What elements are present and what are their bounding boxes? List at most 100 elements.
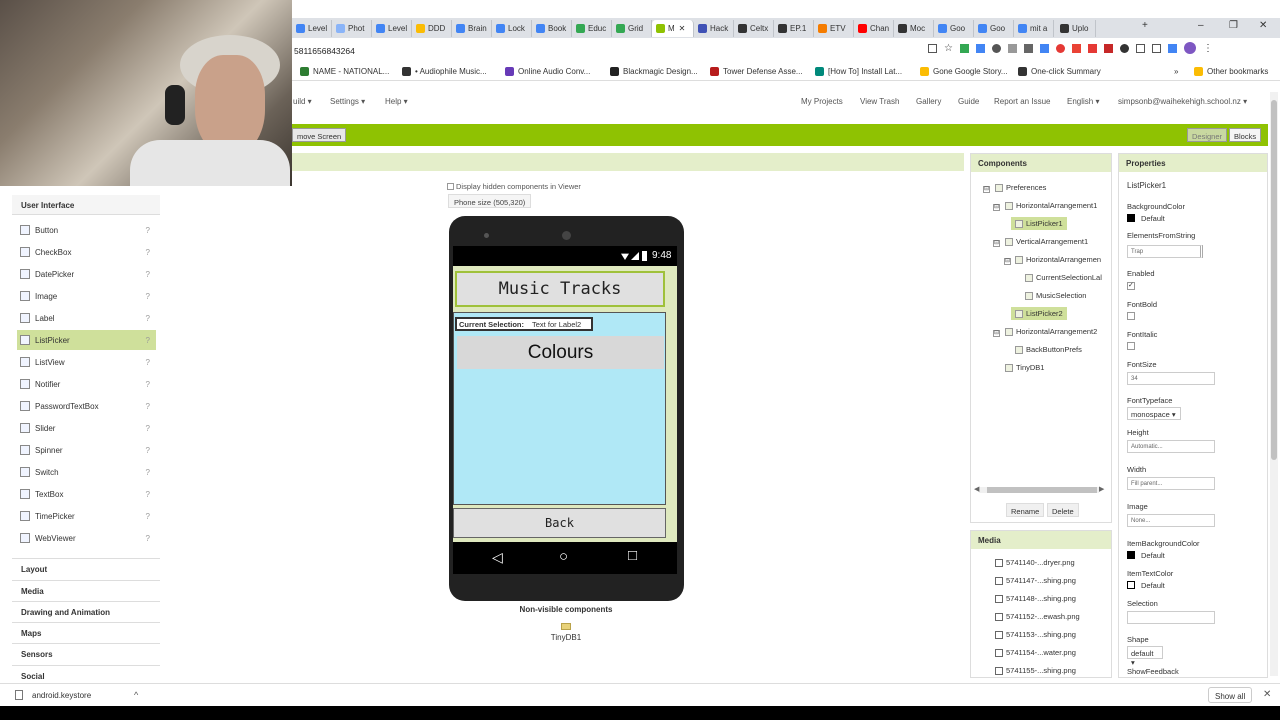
tree-collapse-icon[interactable]: ⊟ xyxy=(993,330,1000,337)
bookmark-item[interactable]: Tower Defense Asse... xyxy=(710,67,803,76)
browser-tab[interactable]: Lock xyxy=(492,20,532,37)
nav-guide[interactable]: Guide xyxy=(958,97,979,106)
tree-collapse-icon[interactable]: ⊟ xyxy=(1004,258,1011,265)
palette-category[interactable]: Sensors xyxy=(12,643,160,663)
pen-icon[interactable] xyxy=(1087,44,1097,53)
extension-icon[interactable] xyxy=(991,44,1001,53)
help-icon[interactable]: ? xyxy=(146,270,150,279)
extension-icon[interactable] xyxy=(1055,44,1065,53)
build-menu[interactable]: uild ▾ xyxy=(293,97,312,106)
menu-list-icon[interactable] xyxy=(1151,44,1161,53)
prop-typeface-dropdown[interactable]: monospace ▾ xyxy=(1127,407,1181,420)
prop-enabled-checkbox[interactable]: ✓ xyxy=(1127,282,1135,290)
palette-item-datepicker[interactable]: DatePicker? xyxy=(17,264,156,284)
help-menu[interactable]: Help ▾ xyxy=(385,97,408,106)
browser-tab[interactable]: Hack xyxy=(694,20,734,37)
media-file-item[interactable]: 5741154-...water.png xyxy=(995,648,1076,657)
component-tree-item[interactable]: HorizontalArrangement1 xyxy=(1005,201,1097,210)
component-tree-item[interactable]: HorizontalArrangement2 xyxy=(1005,327,1097,336)
title-listpicker[interactable]: Music Tracks xyxy=(455,271,665,307)
prop-image-input[interactable]: None... xyxy=(1127,514,1215,527)
bookmark-item[interactable]: NAME - NATIONAL... xyxy=(300,67,389,76)
extension-icon[interactable] xyxy=(1023,44,1033,53)
address-bar[interactable]: 5811656843264 ☆ ⋮ xyxy=(292,42,1280,60)
palette-item-label[interactable]: Label? xyxy=(17,308,156,328)
component-tree-item[interactable]: Preferences xyxy=(995,183,1046,192)
help-icon[interactable]: ? xyxy=(146,336,150,345)
palette-item-spinner[interactable]: Spinner? xyxy=(17,440,156,460)
browser-tab[interactable]: DDD xyxy=(412,20,452,37)
media-file-item[interactable]: 5741140-...dryer.png xyxy=(995,558,1075,567)
palette-category-user-interface[interactable]: User Interface xyxy=(12,195,160,215)
component-tree-item[interactable]: ListPicker1 xyxy=(1011,217,1067,230)
prop-item-bg-value[interactable]: Default xyxy=(1141,551,1165,560)
component-tree-item[interactable]: CurrentSelectionLal xyxy=(1025,273,1102,282)
prop-height-input[interactable]: Automatic... xyxy=(1127,440,1215,453)
palette-category[interactable]: Media xyxy=(12,580,160,600)
prop-fontbold-checkbox[interactable] xyxy=(1127,312,1135,320)
new-tab-button[interactable]: + xyxy=(1142,20,1148,31)
bookmark-item[interactable]: Gone Google Story... xyxy=(920,67,1008,76)
bookmark-item[interactable]: [How To] Install Lat... xyxy=(815,67,902,76)
components-scrollbar[interactable] xyxy=(979,487,1099,493)
media-file-item[interactable]: 5741152-...ewash.png xyxy=(995,612,1080,621)
scroll-left-icon[interactable]: ◀ xyxy=(974,485,979,493)
browser-tab[interactable]: Moc xyxy=(894,20,934,37)
delete-button[interactable]: Delete xyxy=(1047,503,1079,517)
tree-collapse-icon[interactable]: ⊟ xyxy=(983,186,990,193)
vertical-arrangement[interactable]: Current Selection: Text for Label2 Colou… xyxy=(453,312,666,505)
nav-account[interactable]: simpsonb@waihekehigh.school.nz ▾ xyxy=(1118,97,1247,106)
prop-fontitalic-checkbox[interactable] xyxy=(1127,342,1135,350)
help-icon[interactable]: ? xyxy=(146,314,150,323)
download-filename[interactable]: android.keystore xyxy=(32,691,91,700)
prop-shape-dropdown[interactable]: default ▾ xyxy=(1127,646,1163,667)
help-icon[interactable]: ? xyxy=(146,468,150,477)
palette-item-timepicker[interactable]: TimePicker? xyxy=(17,506,156,526)
scroll-right-icon[interactable]: ▶ xyxy=(1099,485,1104,493)
browser-tab[interactable]: Grid xyxy=(612,20,652,37)
prop-width-input[interactable]: Fill parent... xyxy=(1127,477,1215,490)
browser-tab[interactable]: EP.1 xyxy=(774,20,814,37)
help-icon[interactable]: ? xyxy=(146,446,150,455)
bookmark-item[interactable]: • Audiophile Music... xyxy=(402,67,487,76)
palette-item-passwordtextbox[interactable]: PasswordTextBox? xyxy=(17,396,156,416)
browser-tab[interactable]: Brain xyxy=(452,20,492,37)
restore-button[interactable]: ❐ xyxy=(1229,20,1238,31)
media-file-item[interactable]: 5741153-...shing.png xyxy=(995,630,1076,639)
component-tree-item[interactable]: VerticalArrangement1 xyxy=(1005,237,1088,246)
palette-category[interactable]: Maps xyxy=(12,622,160,642)
tree-collapse-icon[interactable]: ⊟ xyxy=(993,204,1000,211)
nav-language[interactable]: English ▾ xyxy=(1067,97,1099,106)
prop-background-color-value[interactable]: Default xyxy=(1141,214,1165,223)
browser-tab[interactable]: Goo xyxy=(934,20,974,37)
nav-my-projects[interactable]: My Projects xyxy=(801,97,843,106)
other-bookmarks[interactable]: Other bookmarks xyxy=(1194,67,1268,76)
browser-tab[interactable]: Book xyxy=(532,20,572,37)
browser-tab[interactable]: Level xyxy=(372,20,412,37)
component-tree-item[interactable]: MusicSelection xyxy=(1025,291,1086,300)
close-window-button[interactable]: ✕ xyxy=(1259,20,1267,31)
extension-icon[interactable] xyxy=(1039,44,1049,53)
profile-avatar[interactable] xyxy=(1183,42,1196,54)
help-icon[interactable]: ? xyxy=(146,402,150,411)
palette-category[interactable]: Layout xyxy=(12,558,160,578)
component-tree-item[interactable]: ListPicker2 xyxy=(1011,307,1067,320)
component-tree-item[interactable]: HorizontalArrangemen xyxy=(1015,255,1101,264)
colours-listpicker[interactable]: Colours xyxy=(457,336,664,369)
close-downloads-icon[interactable]: ✕ xyxy=(1263,689,1271,700)
palette-item-slider[interactable]: Slider? xyxy=(17,418,156,438)
more-bookmarks-button[interactable]: » xyxy=(1174,67,1178,76)
extension-icon[interactable] xyxy=(1071,44,1081,53)
tree-collapse-icon[interactable]: ⊟ xyxy=(993,240,1000,247)
component-tree-item[interactable]: TinyDB1 xyxy=(1005,363,1044,372)
item-text-color-swatch[interactable] xyxy=(1127,581,1135,589)
help-icon[interactable]: ? xyxy=(146,226,150,235)
settings-menu[interactable]: Settings ▾ xyxy=(330,97,365,106)
background-color-swatch[interactable] xyxy=(1127,214,1135,222)
help-icon[interactable]: ? xyxy=(146,512,150,521)
palette-category[interactable]: Drawing and Animation xyxy=(12,601,160,621)
tab-close-icon[interactable]: ✕ xyxy=(679,24,686,33)
nav-report-issue[interactable]: Report an Issue xyxy=(994,97,1050,106)
browser-tab[interactable]: ETV xyxy=(814,20,854,37)
help-icon[interactable]: ? xyxy=(146,292,150,301)
